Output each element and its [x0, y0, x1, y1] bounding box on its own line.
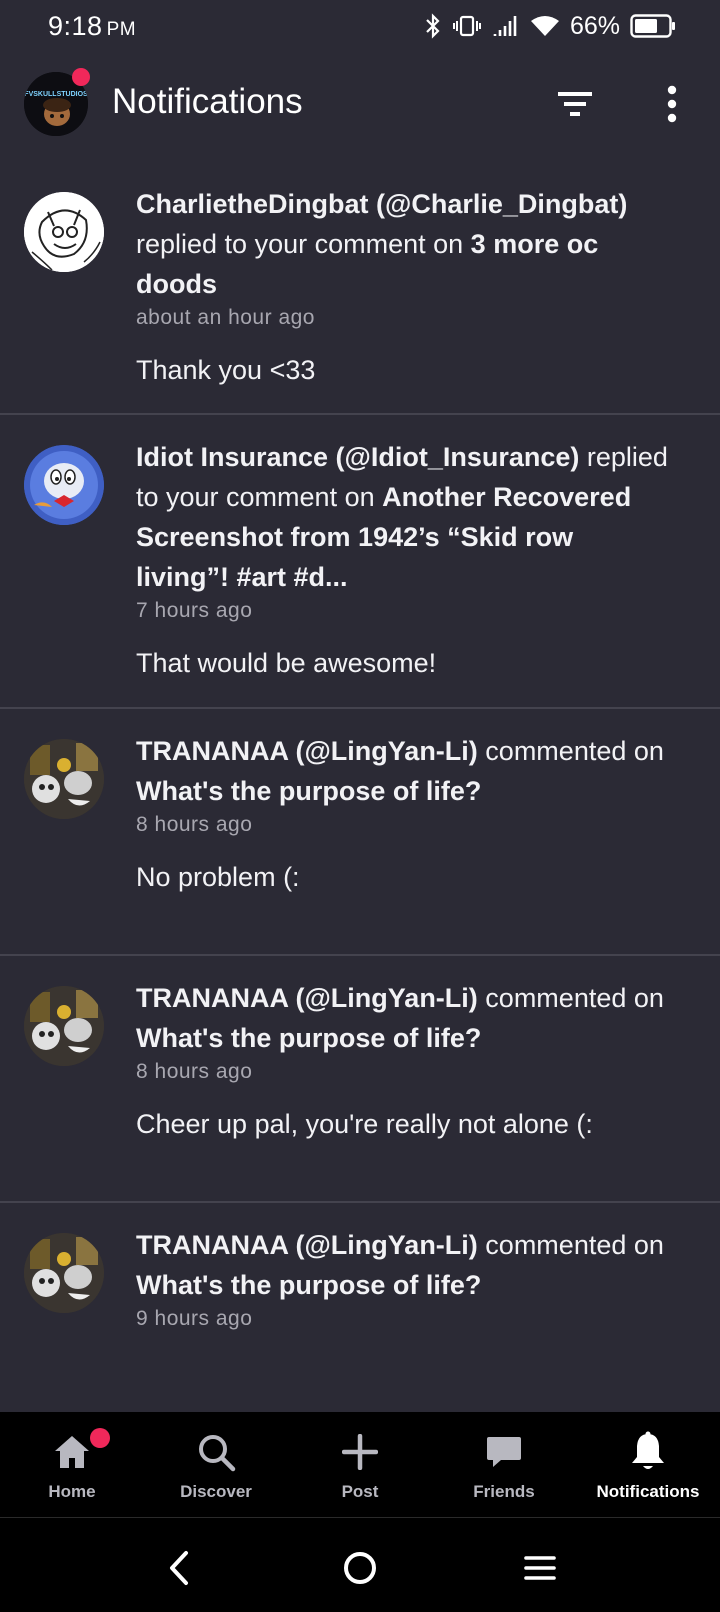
nav-home-label: Home: [48, 1482, 96, 1501]
avatar-badge: [72, 68, 90, 86]
notification-time: 8 hours ago: [136, 813, 253, 836]
vibrate-icon: [452, 14, 482, 38]
notification-item[interactable]: TRANANAA (@LingYan-Li) commented on What…: [0, 709, 720, 956]
notification-user: TRANANAA (@LingYan-Li): [136, 983, 478, 1013]
filter-icon[interactable]: [556, 84, 596, 124]
notification-item[interactable]: TRANANAA (@LingYan-Li) commented on What…: [0, 956, 720, 1203]
svg-text:FVSKULLSTUDIOS: FVSKULLSTUDIOS: [24, 91, 88, 98]
nav-notifications[interactable]: Notifications: [576, 1412, 720, 1518]
more-options-icon[interactable]: [658, 82, 686, 126]
home-circle-icon[interactable]: [338, 1546, 382, 1590]
notification-text: TRANANAA (@LingYan-Li) commented on What…: [136, 736, 664, 806]
app-header: FVSKULLSTUDIOS Notifications: [0, 62, 720, 146]
notification-message: Cheer up pal, you're really not alone (:: [136, 1109, 593, 1139]
notification-target: What's the purpose of life?: [136, 1023, 482, 1053]
notification-user: TRANANAA (@LingYan-Li): [136, 1230, 478, 1260]
nav-discover[interactable]: Discover: [144, 1412, 288, 1518]
nav-notifications-label: Notifications: [596, 1482, 700, 1501]
user-avatar[interactable]: [24, 1233, 104, 1313]
user-avatar[interactable]: [24, 986, 104, 1066]
user-avatar[interactable]: [24, 445, 104, 525]
nav-post-label: Post: [341, 1482, 379, 1501]
battery-icon: [630, 13, 676, 39]
notification-item[interactable]: Idiot Insurance (@Idiot_Insurance) repli…: [0, 415, 720, 709]
bottom-nav: Home Discover Post Friends Notifications: [0, 1412, 720, 1518]
back-icon[interactable]: [157, 1546, 201, 1590]
nav-friends-label: Friends: [473, 1482, 535, 1501]
notification-text: TRANANAA (@LingYan-Li) commented on What…: [136, 1230, 664, 1300]
battery-percent: 66%: [569, 11, 620, 40]
notification-list: CharlietheDingbat (@Charlie_Dingbat) rep…: [0, 166, 720, 1433]
bluetooth-icon: [424, 13, 442, 39]
notification-message: That would be awesome!: [136, 648, 437, 678]
notification-message: No problem (:: [136, 862, 300, 892]
search-icon: [196, 1430, 236, 1474]
notification-item[interactable]: CharlietheDingbat (@Charlie_Dingbat) rep…: [0, 166, 720, 415]
home-icon: [53, 1430, 91, 1474]
bell-icon: [630, 1430, 666, 1474]
home-badge: [90, 1428, 110, 1448]
recents-menu-icon[interactable]: [518, 1546, 562, 1590]
notification-target: What's the purpose of life?: [136, 1270, 482, 1300]
page-title: Notifications: [112, 82, 303, 121]
nav-post[interactable]: Post: [288, 1412, 432, 1518]
notification-message: Thank you <33: [136, 355, 316, 385]
nav-discover-label: Discover: [180, 1482, 252, 1501]
notification-user: Idiot Insurance (@Idiot_Insurance): [136, 442, 580, 472]
notification-item[interactable]: TRANANAA (@LingYan-Li) commented on What…: [0, 1203, 720, 1433]
notification-user: CharlietheDingbat (@Charlie_Dingbat): [136, 189, 628, 219]
status-time: 9:18 PM: [48, 10, 137, 41]
chat-bubble-icon: [485, 1430, 523, 1474]
notification-text: TRANANAA (@LingYan-Li) commented on What…: [136, 983, 664, 1053]
user-avatar[interactable]: [24, 739, 104, 819]
system-nav-bar: [0, 1518, 720, 1612]
notification-time: about an hour ago: [136, 306, 315, 329]
nav-friends[interactable]: Friends: [432, 1412, 576, 1518]
notification-text: Idiot Insurance (@Idiot_Insurance) repli…: [136, 442, 668, 592]
status-bar: 9:18 PM 66%: [0, 0, 720, 52]
nav-home[interactable]: Home: [0, 1412, 144, 1518]
status-icons: 66%: [424, 12, 676, 41]
notification-time: 7 hours ago: [136, 599, 253, 622]
notification-text: CharlietheDingbat (@Charlie_Dingbat) rep…: [136, 189, 628, 299]
wifi-icon: [530, 14, 560, 38]
plus-icon: [342, 1430, 378, 1474]
notification-user: TRANANAA (@LingYan-Li): [136, 736, 478, 766]
user-avatar[interactable]: [24, 192, 104, 272]
signal-icon: [492, 14, 520, 38]
notification-time: 8 hours ago: [136, 1060, 253, 1083]
notification-time: 9 hours ago: [136, 1307, 253, 1330]
notification-target: What's the purpose of life?: [136, 776, 482, 806]
